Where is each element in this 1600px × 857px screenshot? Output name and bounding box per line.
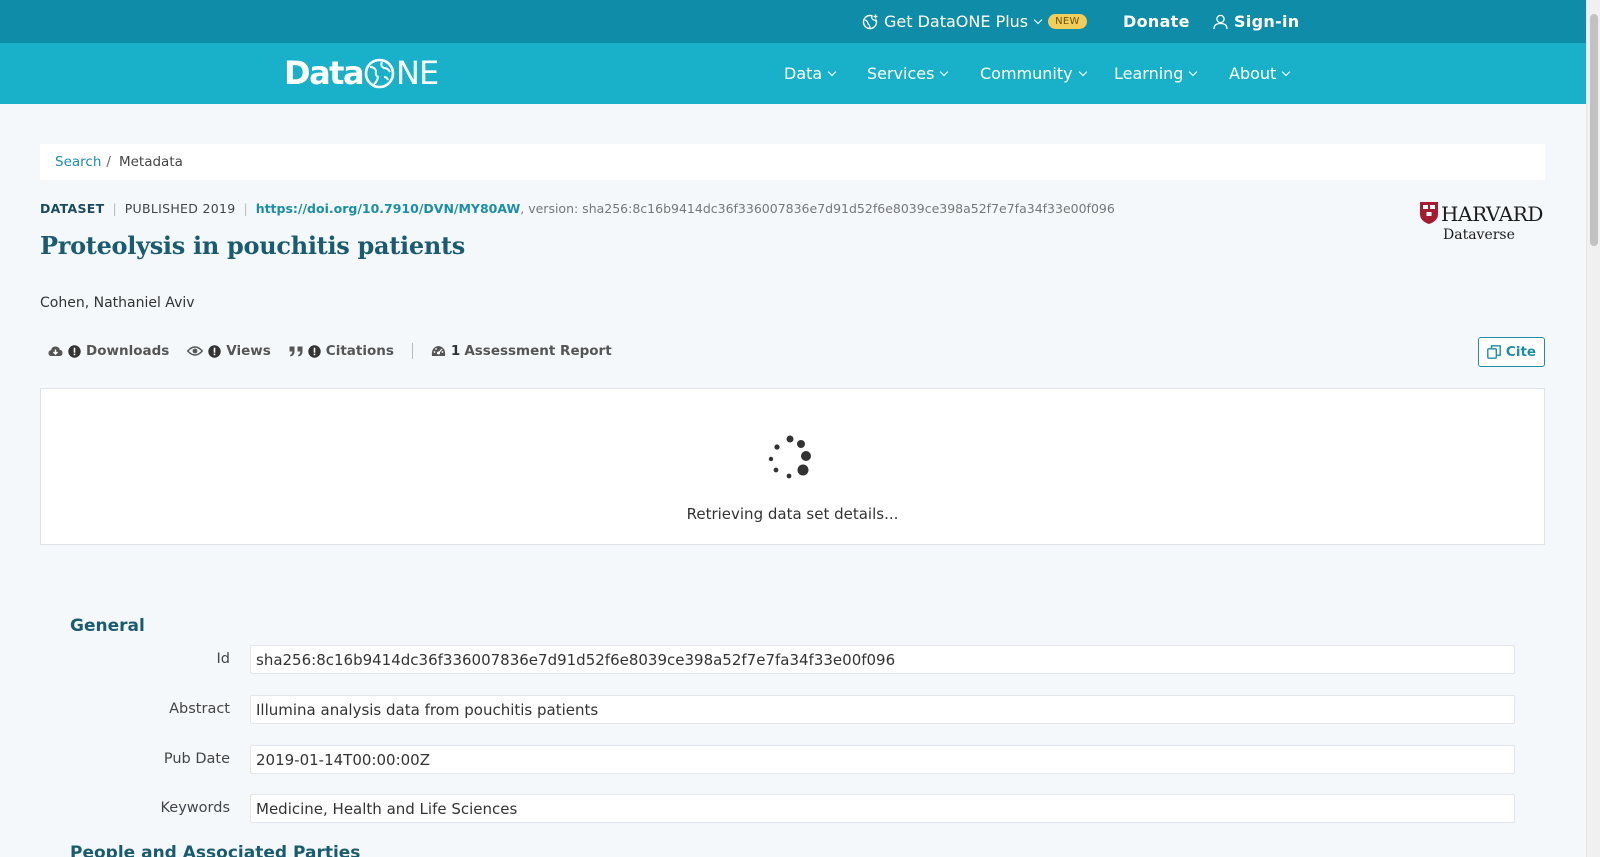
main-navbar: Data NE Data Services Community Learning… — [0, 43, 1586, 104]
logo-text-ne: NE — [396, 54, 439, 92]
sign-in-link[interactable]: Sign-in — [1213, 0, 1299, 43]
top-utility-bar: Get DataONE Plus NEW Donate Sign-in — [0, 0, 1586, 43]
globe-logo-icon — [364, 58, 395, 88]
field-label-abstract: Abstract — [169, 701, 230, 717]
chevron-down-icon — [940, 67, 949, 76]
version-id: , version: sha256:8c16b9414dc36f33600783… — [520, 200, 1115, 216]
copy-icon — [1487, 345, 1501, 359]
chevron-down-icon — [827, 67, 837, 76]
field-label-keywords: Keywords — [160, 800, 230, 816]
general-section-title: General — [70, 616, 145, 636]
nav-about[interactable]: About — [1229, 43, 1291, 104]
dataset-type: DATASET — [40, 200, 105, 216]
doi-link[interactable]: https://doi.org/10.7910/DVN/MY80AW — [256, 201, 521, 216]
harvard-dataverse-logo[interactable]: HARVARD Dataverse — [1420, 202, 1545, 244]
dataset-title: Proteolysis in pouchitis patients — [40, 231, 465, 260]
field-label-pub-date: Pub Date — [163, 751, 230, 767]
get-dataone-plus-menu[interactable]: Get DataONE Plus NEW — [862, 0, 1087, 43]
people-section-title: People and Associated Parties — [70, 843, 361, 857]
donate-link[interactable]: Donate — [1123, 0, 1190, 43]
user-icon — [1213, 14, 1228, 29]
page-scrollbar[interactable] — [1586, 0, 1600, 857]
breadcrumb: Search / Metadata — [40, 144, 1545, 180]
quote-icon — [289, 346, 303, 356]
metrics-divider — [411, 343, 413, 359]
nav-services-label: Services — [867, 64, 935, 83]
get-dataone-plus-label: Get DataONE Plus — [884, 12, 1029, 31]
cite-label: Cite — [1505, 344, 1537, 360]
harvard-shield-icon — [1420, 202, 1438, 224]
logo-text-data: Data — [284, 54, 365, 92]
assessment-label: Assessment Report — [464, 343, 612, 359]
meta-divider: | — [112, 200, 117, 216]
citations-metric[interactable]: Citations — [289, 343, 394, 359]
dataverse-name: Dataverse — [1443, 227, 1515, 243]
eye-icon — [187, 346, 204, 356]
nav-community[interactable]: Community — [980, 43, 1087, 104]
chevron-down-icon — [1189, 67, 1198, 76]
breadcrumb-search-link[interactable]: Search — [55, 154, 101, 170]
exclamation-circle-icon — [208, 344, 221, 358]
field-value-id: sha256:8c16b9414dc36f336007836e7d91d52f6… — [250, 645, 1515, 674]
assessment-report-metric[interactable]: 1 Assessment Report — [431, 343, 612, 359]
meta-divider: | — [243, 200, 248, 216]
dataset-author[interactable]: Cohen, Nathaniel Aviv — [40, 295, 195, 311]
nav-services[interactable]: Services — [867, 43, 949, 104]
chevron-down-icon — [1282, 67, 1291, 76]
field-value-pub-date: 2019-01-14T00:00:00Z — [250, 745, 1515, 774]
chevron-down-icon — [1033, 15, 1043, 24]
nav-data[interactable]: Data — [784, 43, 837, 104]
downloads-label: Downloads — [86, 343, 170, 359]
cite-button[interactable]: Cite — [1478, 337, 1545, 367]
dashboard-icon — [431, 346, 446, 356]
views-label: Views — [226, 343, 271, 359]
downloads-metric[interactable]: Downloads — [48, 343, 169, 359]
nav-learning-label: Learning — [1114, 64, 1184, 83]
cloud-download-icon — [48, 346, 63, 356]
scrollbar-thumb[interactable] — [1590, 14, 1598, 246]
breadcrumb-separator: / — [106, 154, 111, 170]
spinner-icon — [768, 435, 811, 479]
nav-data-label: Data — [784, 64, 823, 83]
sign-in-label: Sign-in — [1234, 12, 1300, 31]
breadcrumb-current: Metadata — [118, 154, 183, 170]
chevron-down-icon — [1078, 67, 1087, 76]
field-label-id: Id — [216, 651, 230, 667]
globe-plus-icon — [862, 13, 879, 30]
assessment-count: 1 — [450, 343, 461, 359]
nav-learning[interactable]: Learning — [1114, 43, 1198, 104]
harvard-name: HARVARD — [1441, 202, 1544, 226]
dataone-logo[interactable]: Data NE — [284, 51, 439, 95]
loading-panel: Retrieving data set details... — [40, 388, 1545, 545]
new-badge: NEW — [1048, 14, 1087, 29]
nav-about-label: About — [1229, 64, 1277, 83]
metrics-row: Downloads Views Citations 1 Assessment R… — [48, 342, 630, 360]
dataset-meta-line: DATASET | PUBLISHED 2019 | https://doi.o… — [40, 200, 1115, 216]
field-value-keywords: Medicine, Health and Life Sciences — [250, 794, 1515, 823]
loading-text: Retrieving data set details... — [686, 505, 899, 523]
field-value-abstract: Illumina analysis data from pouchitis pa… — [250, 695, 1515, 724]
views-metric[interactable]: Views — [187, 343, 271, 359]
exclamation-circle-icon — [308, 344, 321, 358]
published-year: PUBLISHED 2019 — [124, 200, 236, 216]
exclamation-circle-icon — [68, 344, 81, 358]
citations-label: Citations — [325, 343, 394, 359]
nav-community-label: Community — [980, 64, 1073, 83]
